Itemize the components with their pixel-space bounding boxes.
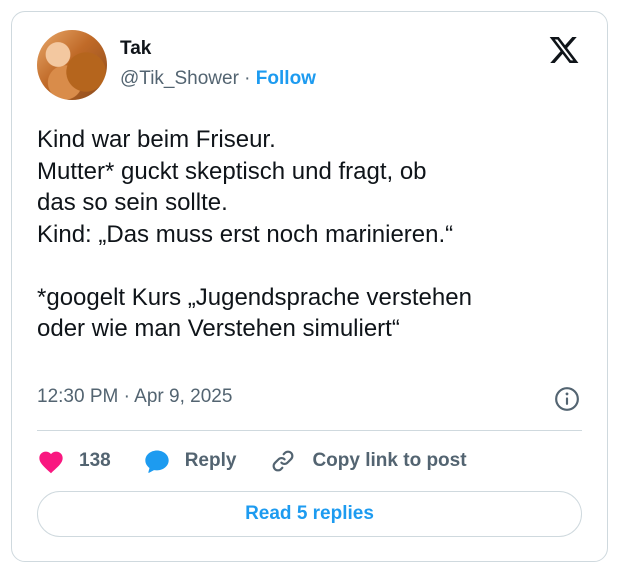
link-icon: [273, 450, 294, 472]
tweet-time: 12:30 PM: [37, 386, 119, 407]
tweet-date: Apr 9, 2025: [134, 386, 233, 407]
meta-separator: ·: [118, 386, 135, 407]
heart-icon: [39, 451, 63, 474]
author-name[interactable]: Tak: [120, 38, 151, 60]
tweet-timestamp[interactable]: 12:30 PM · Apr 9, 2025: [37, 386, 232, 408]
like-button[interactable]: 138: [37, 448, 111, 474]
avatar[interactable]: [37, 30, 107, 100]
tweet-card: Tak @Tik_Shower · Follow Kind war beim F…: [11, 11, 608, 562]
handle-row: @Tik_Shower · Follow: [120, 68, 316, 90]
reply-button[interactable]: Reply: [143, 448, 237, 474]
author-handle[interactable]: @Tik_Shower: [120, 68, 239, 89]
action-bar: 138 Reply Copy link to post: [37, 444, 499, 478]
x-logo-icon[interactable]: [548, 34, 580, 66]
tweet-text: Kind war beim Friseur. Mutter* guckt ske…: [37, 126, 472, 342]
like-count: 138: [79, 450, 111, 471]
follow-link[interactable]: Follow: [256, 68, 316, 89]
read-replies-button[interactable]: Read 5 replies: [37, 491, 582, 537]
handle-separator: ·: [238, 68, 256, 89]
divider: [37, 430, 582, 431]
reply-label: Reply: [184, 450, 237, 471]
copy-link-label: Copy link to post: [312, 450, 467, 471]
info-icon[interactable]: [554, 386, 580, 412]
copy-link-button[interactable]: Copy link to post: [268, 448, 467, 474]
speech-bubble-icon: [145, 450, 169, 473]
